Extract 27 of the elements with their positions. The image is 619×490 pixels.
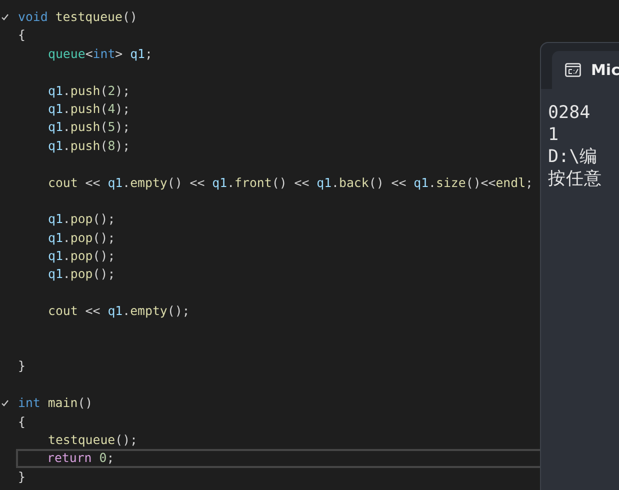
console-output-line: 1 — [548, 124, 560, 146]
code-line: queue<int> q1; — [47, 44, 152, 63]
code-line: { — [18, 26, 26, 44]
code-line: void testqueue() — [18, 8, 138, 26]
console-output-line: D:\编 — [548, 146, 599, 168]
code-line: return 0; — [46, 449, 114, 468]
terminal-icon — [565, 63, 581, 77]
code-line: int main() — [18, 394, 93, 412]
code-line: q1.pop(); — [47, 210, 116, 228]
code-line: } — [18, 357, 26, 376]
console-output-line: 按任意 — [548, 168, 603, 190]
code-line: } — [18, 468, 26, 486]
code-line: q1.push(4); — [47, 100, 130, 118]
code-line: cout << q1.empty(); — [47, 302, 190, 320]
console-tab[interactable]: Mic — [552, 51, 619, 89]
fold-icon[interactable] — [1, 399, 9, 408]
code-line: testqueue(); — [47, 430, 138, 449]
fold-icon[interactable] — [1, 13, 9, 22]
code-line: q1.pop(); — [47, 265, 116, 284]
code-line: q1.pop(); — [47, 228, 116, 247]
console-output-line: 0284 — [548, 102, 592, 124]
code-line: q1.push(2); — [47, 82, 130, 100]
code-line: q1.pop(); — [47, 247, 116, 266]
code-line: q1.push(8); — [47, 136, 130, 155]
code-line: q1.push(5); — [47, 118, 130, 136]
code-line: cout << q1.empty() << q1.front() << q1.back() << q1.size()<<endl; — [47, 174, 534, 192]
code-line: { — [18, 412, 26, 431]
